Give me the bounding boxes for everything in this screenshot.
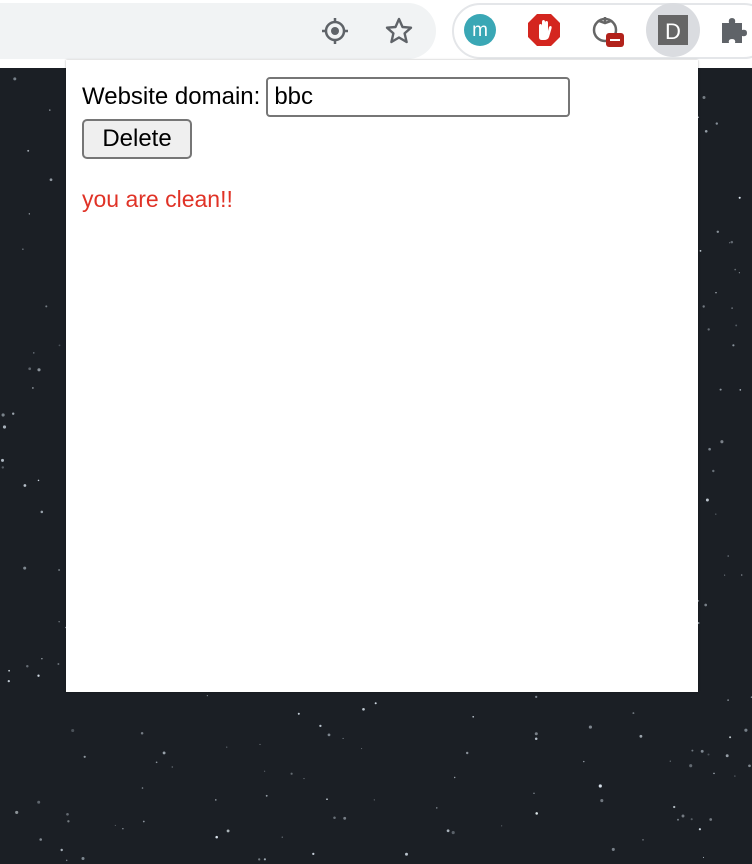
delete-button[interactable]: Delete (82, 119, 192, 159)
address-bar[interactable] (0, 3, 436, 59)
domain-label: Website domain: (82, 83, 261, 110)
svg-text:m: m (472, 20, 488, 41)
svg-text:D: D (665, 19, 681, 44)
domain-row: Website domain: (82, 77, 571, 117)
browser-toolbar: m D (0, 0, 752, 62)
d-extension-icon[interactable]: D (656, 13, 690, 47)
domain-input[interactable] (266, 77, 571, 117)
stop-hand-extension-icon[interactable] (527, 13, 561, 47)
star-icon[interactable] (384, 16, 414, 46)
crosshair-icon[interactable] (320, 16, 350, 46)
tomato-extension-icon[interactable] (590, 13, 624, 47)
status-message: you are clean!! (82, 186, 233, 212)
m-extension-icon[interactable]: m (463, 13, 497, 47)
extension-popup: Website domain: Delete you are clean!! (66, 60, 698, 692)
puzzle-extensions-icon[interactable] (718, 13, 752, 47)
